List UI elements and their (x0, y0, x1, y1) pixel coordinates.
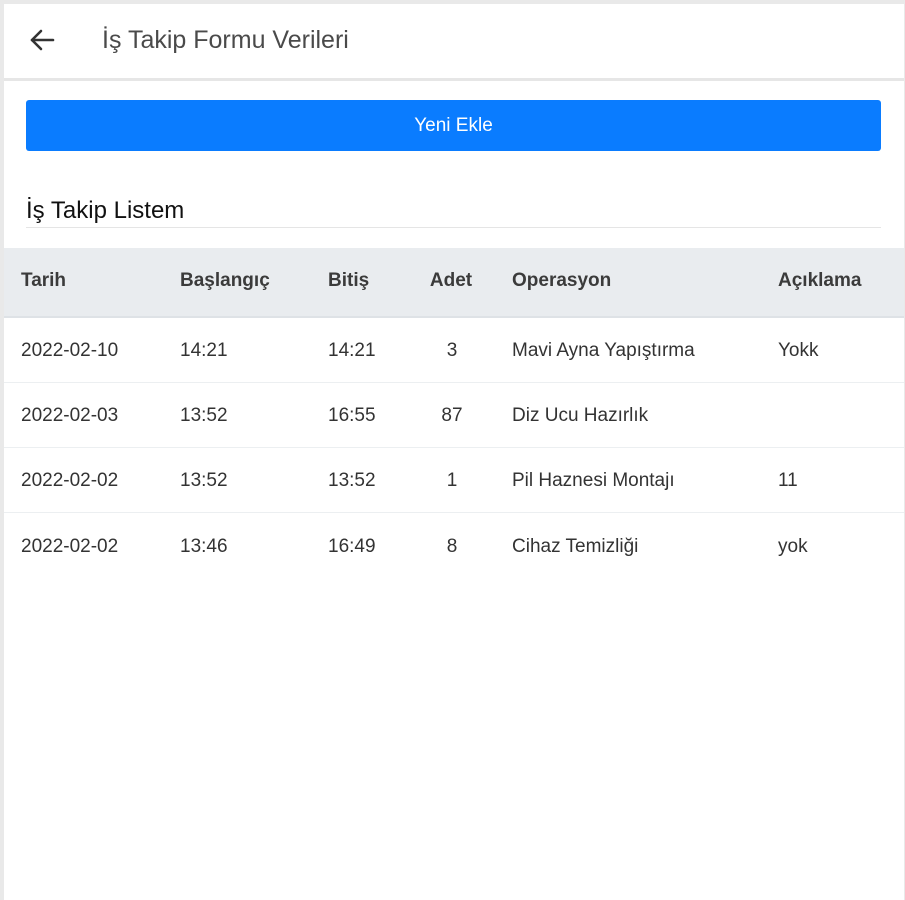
cell-aciklama: Yokk (778, 340, 819, 361)
column-header-aciklama[interactable]: Açıklama (778, 270, 861, 292)
cell-baslangic: 13:52 (180, 405, 228, 426)
column-header-operasyon[interactable]: Operasyon (512, 270, 611, 292)
column-header-tarih[interactable]: Tarih (21, 270, 66, 292)
column-header-baslangic[interactable]: Başlangıç (180, 270, 270, 292)
cell-adet: 87 (441, 405, 463, 426)
cell-operasyon: Cihaz Temizliği (512, 536, 639, 557)
cell-tarih: 2022-02-03 (21, 405, 119, 426)
cell-baslangic: 14:21 (180, 340, 228, 361)
cell-aciklama: yok (778, 536, 808, 557)
column-header-bitis[interactable]: Bitiş (328, 270, 369, 292)
cell-adet: 1 (446, 470, 458, 491)
cell-adet: 8 (446, 536, 458, 557)
cell-operasyon: Pil Haznesi Montajı (512, 470, 675, 491)
cell-tarih: 2022-02-10 (21, 340, 119, 361)
cell-bitis: 16:55 (328, 405, 376, 426)
table-row[interactable]: 2022-02-10 14:21 14:21 3 Mavi Ayna Yapış… (4, 318, 904, 383)
cell-operasyon: Mavi Ayna Yapıştırma (512, 340, 695, 361)
cell-bitis: 14:21 (328, 340, 376, 361)
cell-tarih: 2022-02-02 (21, 470, 119, 491)
cell-adet: 3 (446, 340, 458, 361)
table-row[interactable]: 2022-02-02 13:46 16:49 8 Cihaz Temizliği… (4, 513, 904, 577)
cell-operasyon: Diz Ucu Hazırlık (512, 405, 649, 426)
table-row[interactable]: 2022-02-02 13:52 13:52 1 Pil Haznesi Mon… (4, 448, 904, 513)
table-row[interactable]: 2022-02-03 13:52 16:55 87 Diz Ucu Hazırl… (4, 383, 904, 448)
arrow-left-icon (30, 29, 55, 51)
add-new-button[interactable]: Yeni Ekle (26, 100, 881, 151)
cell-tarih: 2022-02-02 (21, 536, 119, 557)
cell-bitis: 16:49 (328, 536, 376, 557)
back-button[interactable] (26, 24, 58, 56)
table-header: Tarih Başlangıç Bitiş Adet Operasyon Açı… (4, 248, 904, 318)
cell-baslangic: 13:52 (180, 470, 228, 491)
section-title: İş Takip Listem (26, 195, 881, 228)
page-title: İş Takip Formu Verileri (102, 26, 349, 54)
app-header: İş Takip Formu Verileri (4, 4, 904, 81)
page: İş Takip Formu Verileri Yeni Ekle İş Tak… (4, 4, 904, 900)
column-header-adet[interactable]: Adet (424, 270, 478, 292)
cell-baslangic: 13:46 (180, 536, 228, 557)
cell-bitis: 13:52 (328, 470, 376, 491)
cell-aciklama: 11 (778, 470, 798, 491)
